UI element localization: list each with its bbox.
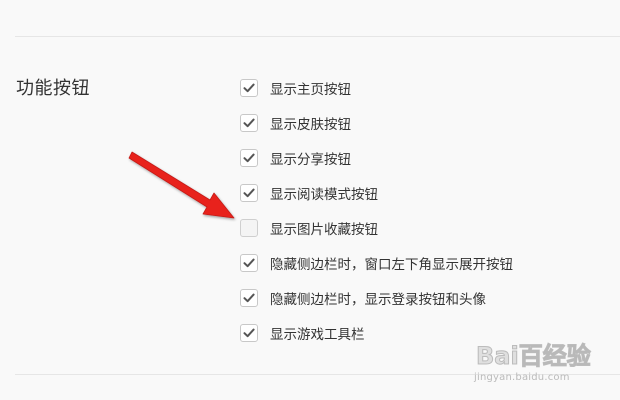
option-show-reading-mode-button[interactable]: 显示阅读模式按钮 (240, 175, 610, 210)
check-icon (243, 293, 255, 302)
option-label: 隐藏侧边栏时，显示登录按钮和头像 (270, 291, 486, 308)
option-label: 显示皮肤按钮 (270, 116, 351, 133)
option-show-skin-button[interactable]: 显示皮肤按钮 (240, 105, 610, 140)
option-label: 显示主页按钮 (270, 81, 351, 98)
checkbox-show-image-favorite-button[interactable] (240, 218, 258, 237)
option-show-game-toolbar[interactable]: 显示游戏工具栏 (240, 315, 610, 350)
option-show-home-button[interactable]: 显示主页按钮 (240, 70, 610, 105)
option-sidebar-expand-button[interactable]: 隐藏侧边栏时，窗口左下角显示展开按钮 (240, 245, 610, 280)
function-buttons-option-list: 显示主页按钮 显示皮肤按钮 显示分享按钮 显示阅读模式按钮 显示图片收藏按钮 隐… (240, 70, 610, 350)
option-show-image-favorite-button[interactable]: 显示图片收藏按钮 (240, 210, 610, 245)
checkbox-show-game-toolbar[interactable] (240, 323, 258, 342)
bottom-divider (15, 374, 620, 375)
check-icon (243, 188, 255, 197)
check-icon (243, 328, 255, 337)
option-label: 显示分享按钮 (270, 151, 351, 168)
settings-page: 功能按钮 显示主页按钮 显示皮肤按钮 显示分享按钮 显示阅读模式按钮 显示图片收… (0, 0, 620, 400)
option-label: 隐藏侧边栏时，窗口左下角显示展开按钮 (270, 256, 513, 273)
checkbox-show-share-button[interactable] (240, 148, 258, 167)
checkbox-show-skin-button[interactable] (240, 113, 258, 132)
check-icon (243, 118, 255, 127)
check-icon (243, 153, 255, 162)
checkbox-show-reading-mode-button[interactable] (240, 183, 258, 202)
section-title-function-buttons: 功能按钮 (16, 78, 90, 99)
option-sidebar-login-avatar[interactable]: 隐藏侧边栏时，显示登录按钮和头像 (240, 280, 610, 315)
option-show-share-button[interactable]: 显示分享按钮 (240, 140, 610, 175)
option-label: 显示图片收藏按钮 (270, 221, 378, 238)
option-label: 显示游戏工具栏 (270, 326, 365, 343)
check-icon (243, 83, 255, 92)
option-label: 显示阅读模式按钮 (270, 186, 378, 203)
checkbox-sidebar-login-avatar[interactable] (240, 288, 258, 307)
red-arrow-icon (128, 151, 235, 219)
checkbox-show-home-button[interactable] (240, 78, 258, 97)
checkbox-sidebar-expand-button[interactable] (240, 253, 258, 272)
arrow-shape (128, 151, 235, 219)
check-icon (243, 258, 255, 267)
top-divider (15, 36, 620, 37)
